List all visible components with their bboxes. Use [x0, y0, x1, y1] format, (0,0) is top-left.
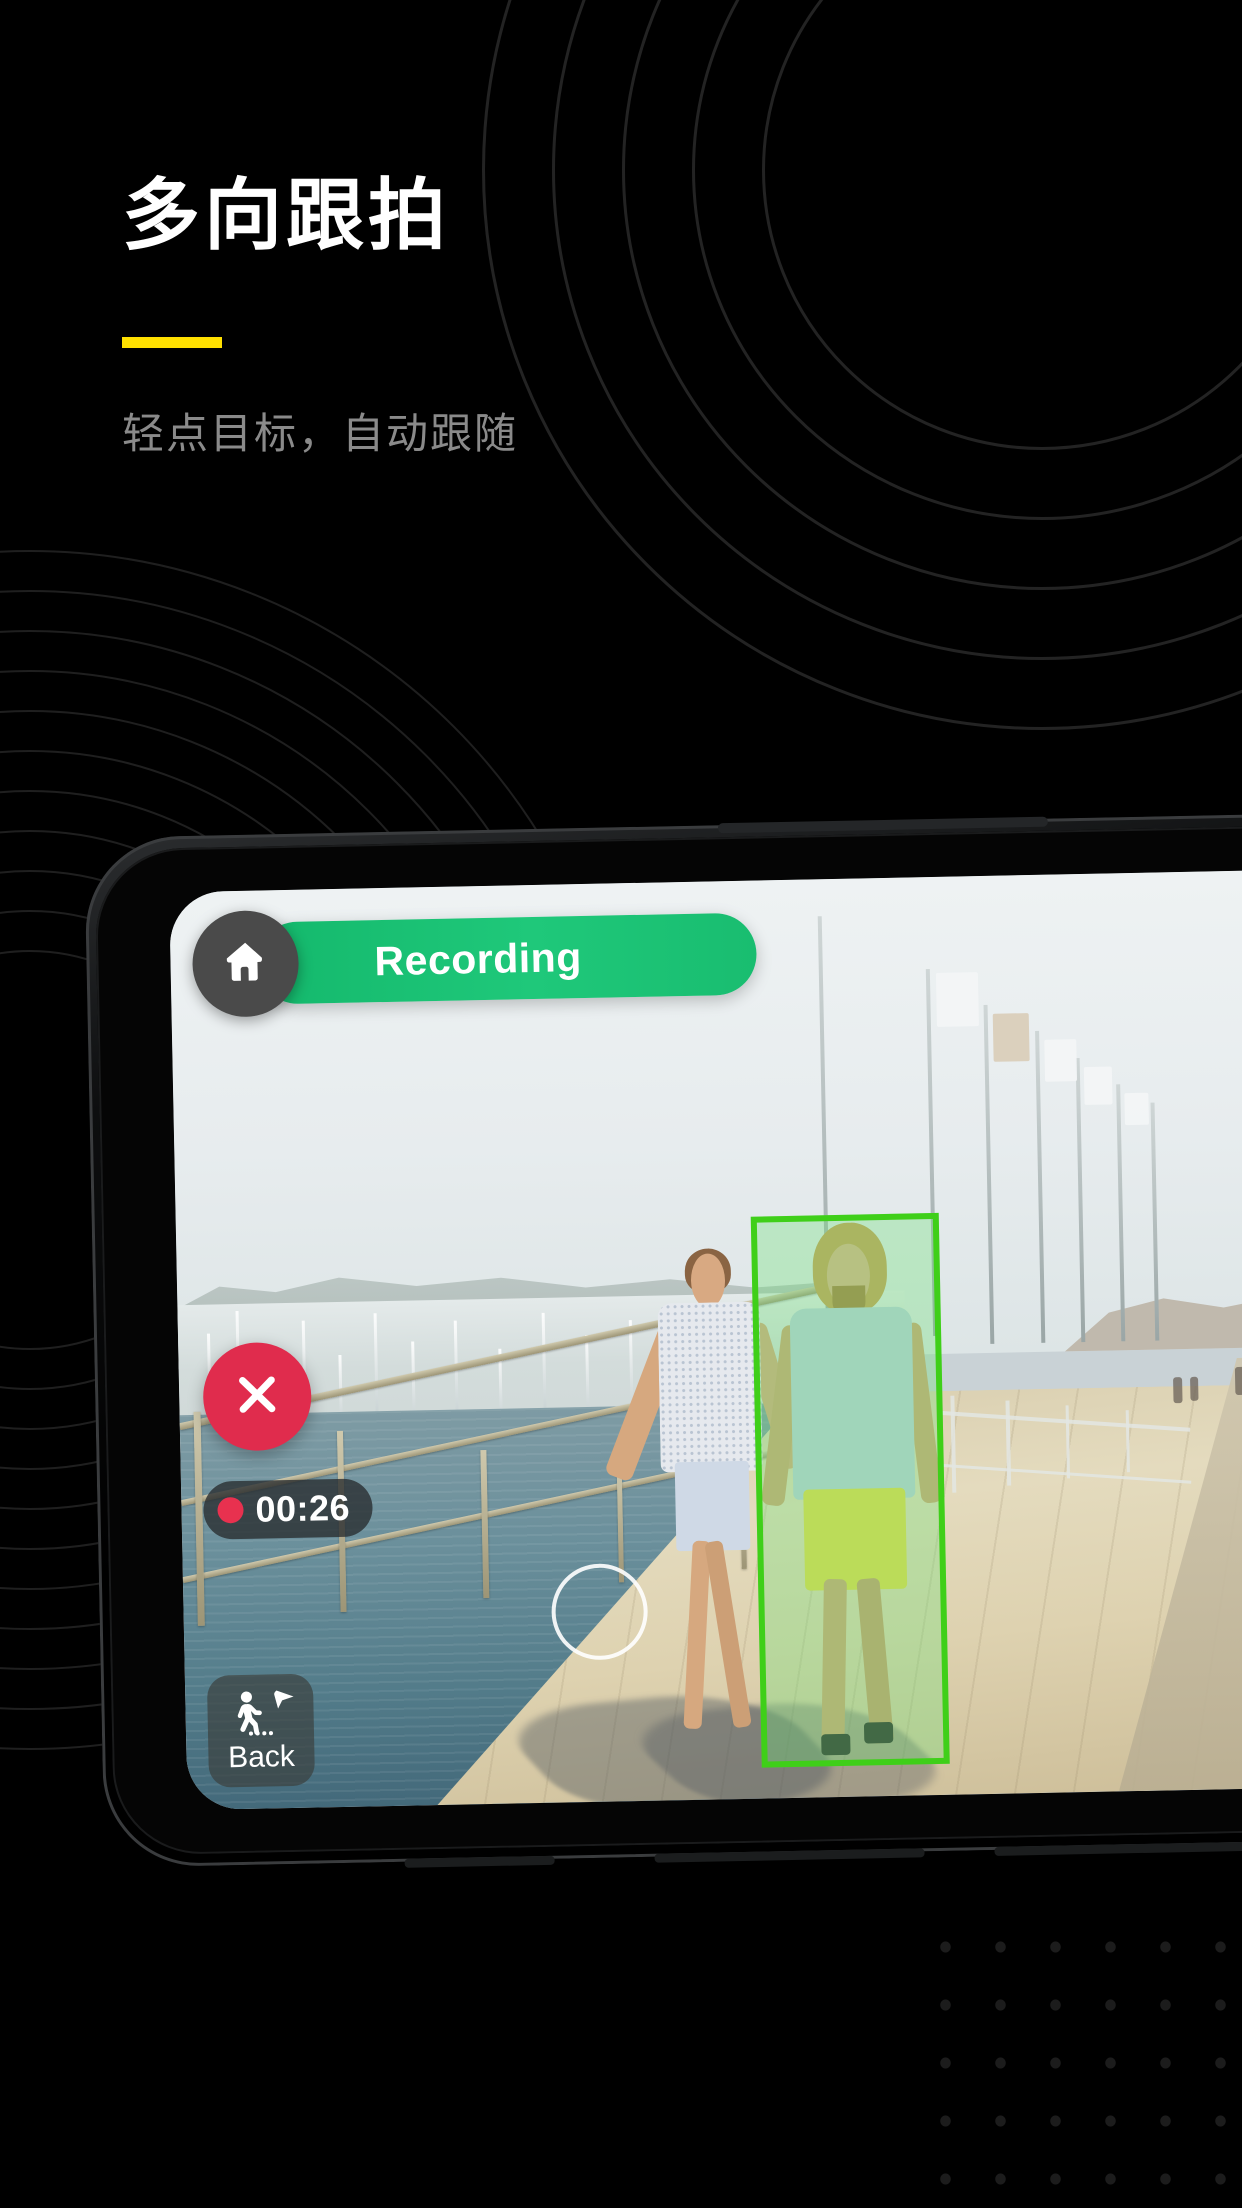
camera-viewfinder [169, 869, 1242, 1811]
tracking-box[interactable] [750, 1212, 951, 1768]
recording-timer: 00:26 [202, 1478, 373, 1540]
recording-timer-value: 00:26 [255, 1486, 351, 1530]
decorative-arcs-top-right [482, 0, 1242, 730]
home-icon [219, 935, 272, 993]
back-button-label: Back [227, 1739, 296, 1775]
record-dot-icon [217, 1496, 244, 1524]
phone-edge: Recording 00:26 Back [94, 825, 1242, 1856]
page-subtitle: 轻点目标，自动跟随 [122, 408, 519, 458]
page-header: 多向跟拍 轻点目标，自动跟随 [122, 171, 519, 461]
recording-status-pill[interactable]: Recording [255, 912, 758, 1005]
close-x-icon [230, 1367, 285, 1427]
scene-railing-right [940, 1368, 1193, 1520]
back-mode-button[interactable]: Back [206, 1673, 316, 1788]
phone-body: Recording 00:26 Back [84, 813, 1242, 1868]
decorative-dot-grid [912, 1908, 1242, 2208]
phone-screen: Recording 00:26 Back [169, 869, 1242, 1811]
accent-underline [122, 336, 222, 348]
phone-mockup: Recording 00:26 Back [84, 813, 1242, 1868]
walking-person-icon [223, 1688, 298, 1741]
recording-status-label: Recording [374, 933, 583, 984]
page-title: 多向跟拍 [122, 171, 451, 261]
